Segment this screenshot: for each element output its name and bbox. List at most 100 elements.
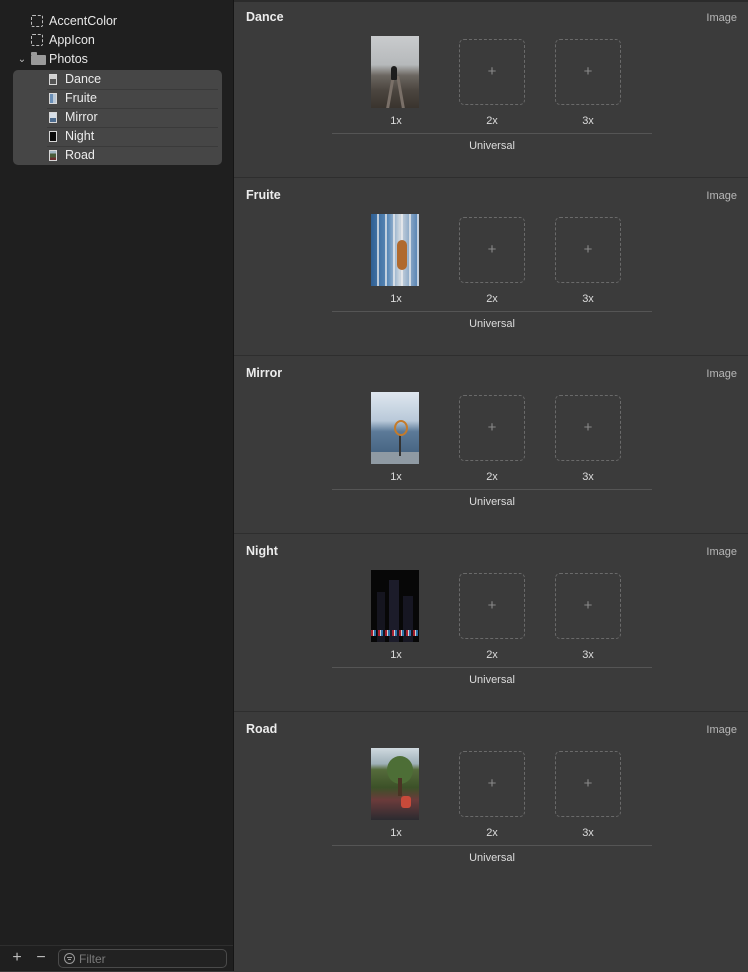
sidebar-item-road[interactable]: Road bbox=[13, 146, 222, 165]
sidebar-item-label: Mirror bbox=[65, 110, 98, 124]
device-label: Universal bbox=[469, 140, 515, 152]
asset-road: Road Image + + 1x 2x 3x Universal bbox=[234, 712, 748, 890]
add-button[interactable]: + bbox=[9, 950, 25, 966]
image-thumbnail bbox=[371, 748, 419, 820]
image-slot-3x[interactable]: + bbox=[555, 573, 621, 639]
asset-title: Dance bbox=[246, 10, 284, 24]
asset-title: Night bbox=[246, 544, 278, 558]
sidebar-item-label: AccentColor bbox=[49, 14, 118, 28]
sidebar-item-photos[interactable]: ⌄ Photos bbox=[0, 50, 233, 69]
plus-icon: + bbox=[487, 241, 497, 258]
remove-button[interactable]: − bbox=[33, 950, 49, 966]
slot-divider bbox=[332, 311, 652, 312]
slot-label: 3x bbox=[582, 115, 594, 127]
filter-input[interactable] bbox=[79, 950, 219, 967]
slot-label: 1x bbox=[390, 471, 402, 483]
image-set-icon bbox=[49, 93, 57, 104]
asset-type-label: Image bbox=[706, 724, 737, 736]
sidebar-item-fruite[interactable]: Fruite bbox=[13, 89, 222, 108]
image-slot-3x[interactable]: + bbox=[555, 39, 621, 105]
sidebar-item-appicon[interactable]: AppIcon bbox=[0, 31, 233, 50]
image-slot-1x[interactable] bbox=[371, 392, 419, 464]
sidebar-item-label: AppIcon bbox=[49, 33, 95, 47]
asset-fruite: Fruite Image + + 1x 2x 3x Universal bbox=[234, 178, 748, 356]
plus-icon: + bbox=[583, 597, 593, 614]
color-set-icon bbox=[31, 15, 43, 27]
image-thumbnail bbox=[371, 570, 419, 642]
plus-icon: + bbox=[487, 419, 497, 436]
sidebar: AccentColor AppIcon ⌄ Photos Dance Fruit… bbox=[0, 0, 234, 971]
slot-divider bbox=[332, 489, 652, 490]
sidebar-bottom-bar: + − bbox=[0, 945, 233, 972]
slot-label: 1x bbox=[390, 827, 402, 839]
plus-icon: + bbox=[487, 775, 497, 792]
slot-divider bbox=[332, 133, 652, 134]
sidebar-item-accentcolor[interactable]: AccentColor bbox=[0, 12, 233, 31]
image-set-icon bbox=[49, 112, 57, 123]
slot-label: 2x bbox=[486, 649, 498, 661]
image-slot-2x[interactable]: + bbox=[459, 39, 525, 105]
sidebar-item-dance[interactable]: Dance bbox=[13, 70, 222, 89]
sidebar-item-mirror[interactable]: Mirror bbox=[13, 108, 222, 127]
image-slot-1x[interactable] bbox=[371, 748, 419, 820]
slot-divider bbox=[332, 667, 652, 668]
slot-label: 3x bbox=[582, 293, 594, 305]
asset-dance: Dance Image + + 1x 2x 3x Universal bbox=[234, 0, 748, 178]
device-label: Universal bbox=[469, 674, 515, 686]
device-label: Universal bbox=[469, 852, 515, 864]
filter-icon bbox=[64, 953, 75, 964]
plus-icon: + bbox=[487, 597, 497, 614]
slot-divider bbox=[332, 845, 652, 846]
slot-label: 2x bbox=[486, 827, 498, 839]
asset-detail: Dance Image + + 1x 2x 3x Universal Fruit… bbox=[234, 0, 748, 971]
slot-label: 1x bbox=[390, 115, 402, 127]
image-thumbnail bbox=[371, 214, 419, 286]
sidebar-item-night[interactable]: Night bbox=[13, 127, 222, 146]
asset-night: Night Image + + 1x 2x 3x Universal bbox=[234, 534, 748, 712]
slot-label: 3x bbox=[582, 827, 594, 839]
image-set-icon bbox=[49, 131, 57, 142]
asset-type-label: Image bbox=[706, 190, 737, 202]
slot-label: 2x bbox=[486, 293, 498, 305]
image-slot-2x[interactable]: + bbox=[459, 217, 525, 283]
slot-label: 3x bbox=[582, 649, 594, 661]
image-slot-3x[interactable]: + bbox=[555, 751, 621, 817]
image-slot-2x[interactable]: + bbox=[459, 395, 525, 461]
image-slot-1x[interactable] bbox=[371, 36, 419, 108]
slot-label: 3x bbox=[582, 471, 594, 483]
sidebar-item-label: Road bbox=[65, 148, 95, 162]
asset-mirror: Mirror Image + + 1x 2x 3x Universal bbox=[234, 356, 748, 534]
folder-icon bbox=[31, 52, 46, 65]
image-slot-2x[interactable]: + bbox=[459, 573, 525, 639]
asset-type-label: Image bbox=[706, 12, 737, 24]
image-set-icon bbox=[49, 150, 57, 161]
sidebar-item-label: Night bbox=[65, 129, 95, 143]
image-set-icon bbox=[49, 74, 57, 85]
device-label: Universal bbox=[469, 496, 515, 508]
slot-label: 2x bbox=[486, 471, 498, 483]
asset-title: Fruite bbox=[246, 188, 281, 202]
asset-title: Mirror bbox=[246, 366, 283, 380]
asset-type-label: Image bbox=[706, 546, 737, 558]
sidebar-item-label: Fruite bbox=[65, 91, 97, 105]
asset-title: Road bbox=[246, 722, 278, 736]
image-thumbnail bbox=[371, 392, 419, 464]
image-slot-3x[interactable]: + bbox=[555, 217, 621, 283]
plus-icon: + bbox=[487, 63, 497, 80]
image-thumbnail bbox=[371, 36, 419, 108]
slot-label: 2x bbox=[486, 115, 498, 127]
device-label: Universal bbox=[469, 318, 515, 330]
slot-label: 1x bbox=[390, 649, 402, 661]
plus-icon: + bbox=[583, 419, 593, 436]
sidebar-item-label: Photos bbox=[49, 52, 88, 66]
plus-icon: + bbox=[583, 63, 593, 80]
plus-icon: + bbox=[583, 241, 593, 258]
chevron-down-icon[interactable]: ⌄ bbox=[16, 50, 28, 69]
image-slot-3x[interactable]: + bbox=[555, 395, 621, 461]
image-slot-2x[interactable]: + bbox=[459, 751, 525, 817]
image-slot-1x[interactable] bbox=[371, 570, 419, 642]
plus-icon: + bbox=[583, 775, 593, 792]
image-slot-1x[interactable] bbox=[371, 214, 419, 286]
filter-field[interactable] bbox=[58, 949, 227, 968]
asset-type-label: Image bbox=[706, 368, 737, 380]
